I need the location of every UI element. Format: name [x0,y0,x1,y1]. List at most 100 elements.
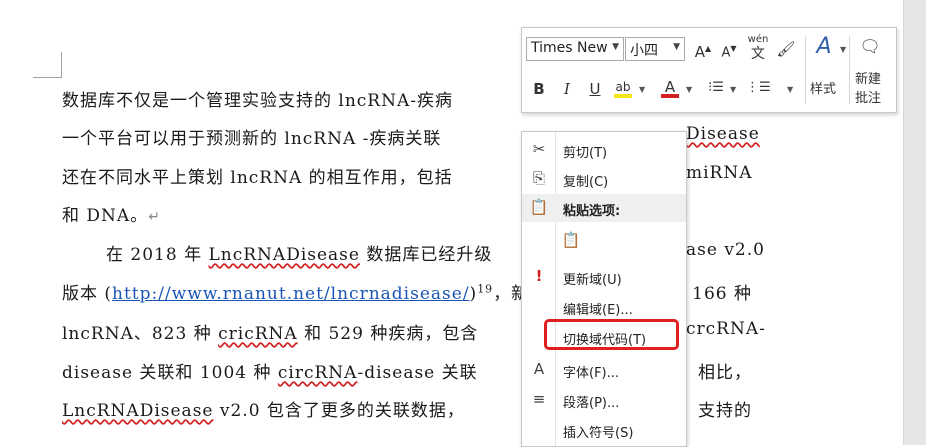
bullet-list-icon: ⁝☰ [708,80,724,95]
menu-item-label: 插入符号(S) [563,426,634,441]
bold-button[interactable]: B [528,78,550,100]
document-line[interactable]: lncRNA、823 种 cricRNA 和 529 种疾病，包含 crcRNA- [62,319,765,344]
right-scroll-margin [903,0,926,445]
styles-icon: A [816,34,832,59]
text-run: -disease 关联 [357,363,478,383]
grow-font-icon: A [694,43,706,61]
format-painter-button[interactable]: 🖌 [775,38,797,60]
styles-button[interactable]: A [813,36,835,58]
font-icon: A [533,360,545,378]
paste-keep-text-icon: 📋 [561,231,581,249]
menu-item-5[interactable]: ! 更新域(U) [522,263,686,291]
text-run: lncRNA、823 种 [62,324,219,344]
text-run: Disease [686,124,760,144]
copy-icon: ⎘ [532,169,545,187]
text-run: crcRNA- [686,319,766,339]
menu-item-2[interactable]: ⎘ 复制(C) [522,165,686,193]
bullets-button[interactable]: ⁝☰ [705,77,727,99]
menu-item-6[interactable]: 编辑域(E)... [522,293,686,321]
new-comment-button[interactable]: 🗨 [859,36,881,58]
new-comment-icon: 🗨 [859,37,881,57]
document-line[interactable]: 版本 (http://www.rnanut.net/lncrnadisease/… [62,279,751,304]
text-run: 相比， [698,363,752,383]
highlight-button[interactable]: ab [612,76,634,98]
scissors-icon: ✂ [532,140,546,158]
text-run: 一个平台可以用于预测新的 lncRNA -疾病关联 [62,129,442,149]
font-color-bar [661,94,679,98]
text-run: 在 2018 年 [106,245,209,265]
shrink-font-button[interactable]: A▼ [718,38,740,60]
document-line[interactable]: LncRNADisease v2.0 包含了更多的关联数据， 支持的 [62,396,751,421]
toolbar-separator [849,36,850,104]
text-run: 还在不同水平上策划 lncRNA 的相互作用，包括 [62,168,453,188]
menu-item-9[interactable]: ≡ 段落(P)... [522,386,686,414]
text-run: 166 种 [692,284,752,304]
mini-toolbar: Times New ▼ 小四 ▼ A▲ A▼ wén 文 🖌 A ▼ 样式 🗨 … [521,27,897,113]
chevron-down-icon: ▼ [686,85,693,94]
font-name-value: Times New [531,40,608,56]
menu-item-1[interactable]: ✂ 剪切(T) [522,136,686,164]
highlight-color-bar [614,94,632,98]
chevron-down-icon: ▼ [639,85,646,94]
text-run: 版本 ( [62,284,113,304]
menu-item-8[interactable]: A 字体(F)... [522,356,686,384]
menu-item-label: 字体(F)... [563,366,620,381]
document-line[interactable]: 在 2018 年 LncRNADisease 数据库已经升级 ase v2.0 [106,240,764,265]
font-color-button[interactable]: A [659,76,681,98]
italic-button[interactable]: I [556,78,578,100]
numbering-button[interactable]: ⋮☰ [746,77,771,99]
grow-font-button[interactable]: A▲ [692,38,714,61]
text-run: ase v2.0 [686,240,765,260]
chevron-down-icon: ▼ [840,45,847,54]
text-run: cricRNA [218,324,298,344]
menu-item-10[interactable]: 插入符号(S) [522,416,686,444]
hyperlink[interactable]: http://www.rnanut.net/lncrnadisease/ [112,284,470,304]
highlight-annotation-box [544,319,679,350]
text-run: LncRNADisease [208,245,360,265]
chevron-down-icon: ▼ [787,85,794,94]
document-line[interactable]: 和 DNA。↵ [62,201,161,226]
menu-item-label: 剪切(T) [563,146,608,161]
text-run: v2.0 包含了更多的关联数据， [213,401,465,421]
new-comment-label-1[interactable]: 新建 [855,68,881,87]
menu-item-label: 复制(C) [563,175,609,190]
phonetic-top: wén [747,34,769,45]
font-name-combo[interactable]: Times New ▼ [526,37,624,61]
format-painter-icon: 🖌 [776,40,796,58]
chevron-down-icon: ▼ [673,42,680,52]
paragraph-icon: ≡ [532,390,546,408]
text-run: disease 关联和 1004 种 [62,363,278,383]
font-size-combo[interactable]: 小四 ▼ [625,37,685,61]
text-run: 19 [477,282,494,296]
menu-item-label: 段落(P)... [563,396,620,411]
text-run: 和 DNA。 [62,206,149,226]
text-run: circRNA [277,363,358,383]
highlighter-icon: ab [615,80,631,94]
chevron-down-icon: ▼ [612,42,619,52]
text-run: 数据库已经升级 [359,245,493,265]
context-menu: ✂ 剪切(T) ⎘ 复制(C) 📋 粘贴选项: 📋! 更新域(U) 编辑域(E)... 切换域代码… [521,131,687,447]
document-line[interactable]: 还在不同水平上策划 lncRNA 的相互作用，包括 miRNA [62,163,752,188]
text-run: miRNA [686,163,753,183]
font-size-value: 小四 [630,43,658,59]
styles-label[interactable]: 样式 [810,78,836,97]
phonetic-bottom: 文 [751,46,765,62]
paste-options-header: 📋 粘贴选项: [522,194,686,222]
document-line[interactable]: 一个平台可以用于预测新的 lncRNA -疾病关联 Disease [62,124,759,149]
new-comment-label-2[interactable]: 批注 [855,87,881,106]
update-field-icon: ! [535,267,543,285]
menu-item-label: 编辑域(E)... [563,303,633,318]
text-run: 支持的 [698,401,752,421]
text-run: 和 529 种疾病，包含 [297,324,479,344]
document-line[interactable]: disease 关联和 1004 种 circRNA-disease 关联 相比， [62,358,751,383]
text-run: 数据库不仅是一个管理实验支持的 lncRNA-疾病 [62,91,454,111]
document-line[interactable]: 数据库不仅是一个管理实验支持的 lncRNA-疾病 [62,86,453,111]
menu-item-label: 粘贴选项: [563,204,621,219]
text-run: LncRNADisease [62,401,214,421]
numbered-list-icon: ⋮☰ [746,80,771,95]
underline-button[interactable]: U [584,78,606,100]
page-corner-mark [33,52,62,78]
phonetic-guide-button[interactable]: wén 文 [746,34,770,62]
paste-icon: 📋 [529,198,549,216]
menu-item-4[interactable]: 📋 [522,225,686,259]
